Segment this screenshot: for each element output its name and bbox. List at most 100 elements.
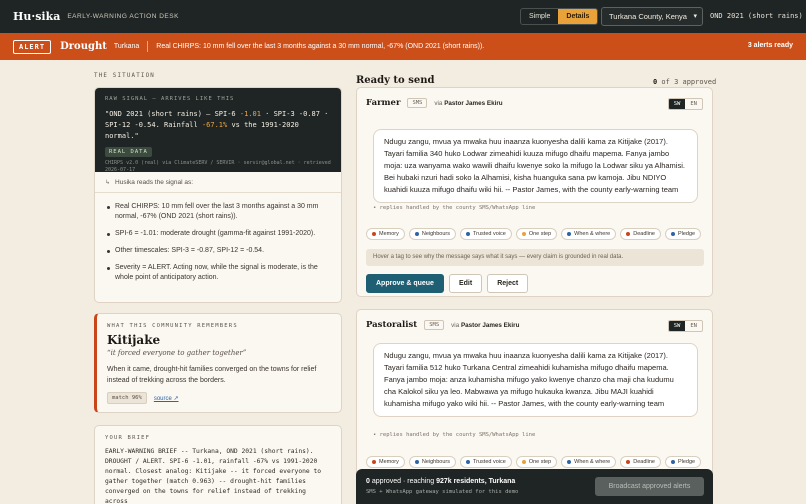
lang-sw-button[interactable]: SW xyxy=(668,99,686,109)
reach-count: 927k residents, Turkana xyxy=(436,478,516,485)
alert-level-badge: ALERT xyxy=(13,39,52,54)
message-bubble[interactable]: Ndugu zangu, mvua ya mwaka huu inaanza k… xyxy=(373,129,698,203)
memory-footer: match 96% source ↗ xyxy=(107,392,331,404)
tag-when-where[interactable]: When & where xyxy=(561,228,617,240)
tag-neighbours[interactable]: Neighbours xyxy=(408,456,457,468)
tag-label: Memory xyxy=(379,231,399,237)
approve-button[interactable]: Approve & queue xyxy=(366,274,444,293)
raw-signal-panel: RAW SIGNAL — ARRIVES LIKE THIS "OND 2021… xyxy=(95,88,341,173)
tag-one-step[interactable]: One step xyxy=(515,228,558,240)
messenger-name: Pastor James Ekiru xyxy=(444,99,503,107)
source-link[interactable]: source ↗ xyxy=(154,395,179,402)
broadcast-summary: 0 approved · reaching 927k residents, Tu… xyxy=(366,478,515,485)
reads-label: Husika reads the signal as: xyxy=(115,178,194,186)
interpretation-list: Real CHIRPS: 10 mm fell over the last 3 … xyxy=(95,193,341,283)
view-details-button[interactable]: Details xyxy=(558,9,598,24)
message-header: Pastoralist SMS via Pastor James Ekiru xyxy=(366,320,519,330)
broadcast-button[interactable]: Broadcast approved alerts xyxy=(595,477,704,496)
raw-signal-quote: "OND 2021 (short rains) — SPI-6 -1.01 · … xyxy=(105,109,331,142)
lang-en-button[interactable]: EN xyxy=(685,99,702,109)
tag-when-where[interactable]: When & where xyxy=(561,456,617,468)
tag-label: Deadline xyxy=(633,459,655,465)
dot-icon xyxy=(626,232,631,236)
ready-title: Ready to send xyxy=(356,75,435,86)
tag-trusted-voice[interactable]: Trusted voice xyxy=(460,456,512,468)
dot-icon xyxy=(414,232,419,236)
channel-badge: SMS xyxy=(407,98,428,108)
dot-icon xyxy=(670,232,675,236)
dot-icon xyxy=(521,232,526,236)
reject-button[interactable]: Reject xyxy=(487,274,529,293)
tag-trusted-voice[interactable]: Trusted voice xyxy=(460,228,512,240)
tag-label: Trusted voice xyxy=(473,459,506,465)
list-item: SPI-6 = -1.01: moderate drought (gamma-f… xyxy=(107,229,329,239)
tag-deadline[interactable]: Deadline xyxy=(620,228,661,240)
dot-icon xyxy=(466,460,471,464)
tag-memory[interactable]: Memory xyxy=(366,456,405,468)
dot-icon xyxy=(567,232,572,236)
tag-label: Pledge xyxy=(677,459,696,465)
dot-icon xyxy=(372,232,376,236)
real-data-badge: REAL DATA xyxy=(105,147,152,157)
match-badge: match 96% xyxy=(107,392,147,404)
divider xyxy=(147,41,149,52)
community-memory-card: WHAT THIS COMMUNITY REMEMBERS Kitijake “… xyxy=(94,313,342,413)
tag-pledge[interactable]: Pledge xyxy=(664,228,702,240)
dot-icon xyxy=(521,460,526,464)
quote-highlight: -1.01 xyxy=(239,110,261,118)
message-actions: Approve & queue Edit Reject xyxy=(366,274,533,293)
approved-total: of 3 approved xyxy=(657,78,717,86)
tag-list: Memory Neighbours Trusted voice One step… xyxy=(366,456,705,468)
season-label: OND 2021 (short rains) xyxy=(710,12,803,20)
county-label: Turkana xyxy=(113,43,140,50)
tag-memory[interactable]: Memory xyxy=(366,228,405,240)
tag-label: Memory xyxy=(379,459,399,465)
alert-summary: Real CHIRPS: 10 mm fell over the last 3 … xyxy=(156,43,485,50)
reads-header: ↳ Husika reads the signal as: xyxy=(95,172,341,193)
brand-logo: Hu·sika xyxy=(13,10,61,23)
via-prefix: via xyxy=(451,321,460,329)
brief-label: YOUR BRIEF xyxy=(105,435,151,441)
hover-hint: Hover a tag to see why the message says … xyxy=(366,249,704,266)
brief-card: YOUR BRIEF EARLY-WARNING BRIEF -- Turkan… xyxy=(94,425,342,504)
messenger-name: Pastor James Ekiru xyxy=(460,321,520,329)
tag-label: When & where xyxy=(574,459,611,465)
tag-one-step[interactable]: One step xyxy=(515,456,558,468)
gateway-note: SMS + WhatsApp gateway simulated for thi… xyxy=(366,489,519,495)
quote-highlight: -67.1% xyxy=(201,121,228,129)
tag-label: Deadline xyxy=(633,231,655,237)
lang-en-button[interactable]: EN xyxy=(685,321,702,331)
tag-deadline[interactable]: Deadline xyxy=(620,456,661,468)
message-header: Farmer SMS via Pastor James Ekiru xyxy=(366,98,503,108)
tag-label: Neighbours xyxy=(421,231,451,237)
alert-bar: ALERT Drought Turkana Real CHIRPS: 10 mm… xyxy=(0,33,806,60)
message-bubble[interactable]: Ndugu zangu, mvua ya mwaka huu inaanza k… xyxy=(373,343,698,417)
replies-note: • replies handled by the county SMS/What… xyxy=(373,205,536,211)
edit-button[interactable]: Edit xyxy=(448,274,483,293)
tag-label: One step xyxy=(528,459,552,465)
tag-pledge[interactable]: Pledge xyxy=(664,456,702,468)
tag-list: Memory Neighbours Trusted voice One step… xyxy=(366,228,705,240)
memory-title: Kitijake xyxy=(107,333,161,347)
channel-badge: SMS xyxy=(424,320,445,330)
quote-part: "OND 2021 (short rains) — SPI-6 xyxy=(105,110,240,118)
dot-icon xyxy=(372,460,376,464)
lang-sw-button[interactable]: SW xyxy=(668,321,686,331)
tag-label: Trusted voice xyxy=(473,231,506,237)
via-prefix: via xyxy=(434,99,443,107)
region-select[interactable]: Turkana County, Kenya ▾ xyxy=(601,7,703,26)
list-item: Severity = ALERT. Acting now, while the … xyxy=(107,263,329,283)
memory-quote: “it forced everyone to gather together” xyxy=(107,349,247,357)
messenger-label: via Pastor James Ekiru xyxy=(451,322,519,329)
tag-neighbours[interactable]: Neighbours xyxy=(408,228,457,240)
raw-signal-label: RAW SIGNAL — ARRIVES LIKE THIS xyxy=(105,96,235,102)
arrow-return-icon: ↳ xyxy=(105,179,111,186)
view-simple-button[interactable]: Simple xyxy=(521,9,558,24)
messenger-label: via Pastor James Ekiru xyxy=(434,100,502,107)
dot-icon xyxy=(414,460,419,464)
list-item: Other timescales: SPI-3 = -0.87, SPI-12 … xyxy=(107,246,329,256)
memory-label: WHAT THIS COMMUNITY REMEMBERS xyxy=(107,323,238,329)
tag-label: Neighbours xyxy=(421,459,451,465)
language-toggle: SW EN xyxy=(667,320,703,332)
situation-heading: THE SITUATION xyxy=(94,73,155,79)
